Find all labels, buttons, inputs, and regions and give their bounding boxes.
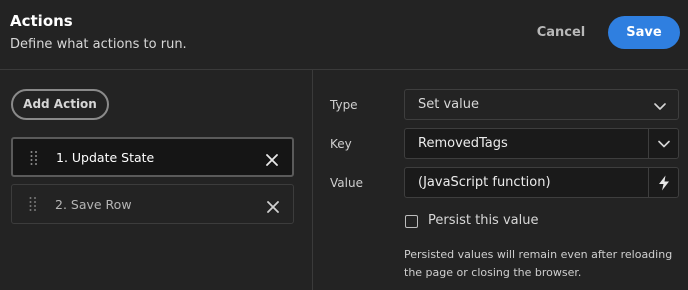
persist-help-text: Persisted values will remain even after … bbox=[404, 248, 673, 279]
close-icon[interactable] bbox=[266, 151, 278, 166]
cancel-button[interactable]: Cancel bbox=[528, 20, 594, 46]
save-button[interactable]: Save bbox=[608, 16, 680, 49]
value-label: Value bbox=[330, 176, 363, 190]
chevron-down-icon bbox=[654, 95, 666, 114]
drag-handle-icon[interactable] bbox=[29, 196, 37, 212]
close-icon[interactable] bbox=[267, 198, 279, 213]
modal-header: Actions Define what actions to run. Canc… bbox=[0, 0, 688, 70]
action-item-update-state[interactable]: 1. Update State bbox=[11, 137, 294, 177]
action-item-label: 2. Save Row bbox=[55, 196, 132, 212]
modal-title: Actions bbox=[10, 12, 73, 30]
action-item-save-row[interactable]: 2. Save Row bbox=[11, 184, 294, 224]
value-input[interactable]: (JavaScript function) bbox=[404, 167, 679, 198]
panel-divider bbox=[312, 70, 313, 290]
type-label: Type bbox=[330, 98, 358, 112]
key-input[interactable]: RemovedTags bbox=[404, 128, 679, 159]
modal-subtitle: Define what actions to run. bbox=[10, 37, 187, 52]
add-action-button[interactable]: Add Action bbox=[11, 89, 109, 120]
persist-checkbox-label[interactable]: Persist this value bbox=[428, 213, 538, 228]
binding-button[interactable] bbox=[648, 168, 678, 197]
key-value: RemovedTags bbox=[418, 136, 508, 151]
key-label: Key bbox=[330, 137, 352, 151]
drag-handle-icon[interactable] bbox=[30, 150, 38, 166]
lightning-icon bbox=[658, 175, 669, 190]
action-item-label: 1. Update State bbox=[56, 149, 155, 165]
chevron-down-icon bbox=[657, 140, 670, 147]
type-value: Set value bbox=[418, 97, 479, 112]
persist-checkbox[interactable] bbox=[405, 215, 418, 228]
key-dropdown-button[interactable] bbox=[648, 129, 678, 158]
value-value: (JavaScript function) bbox=[418, 175, 551, 190]
type-select[interactable]: Set value bbox=[404, 89, 679, 120]
